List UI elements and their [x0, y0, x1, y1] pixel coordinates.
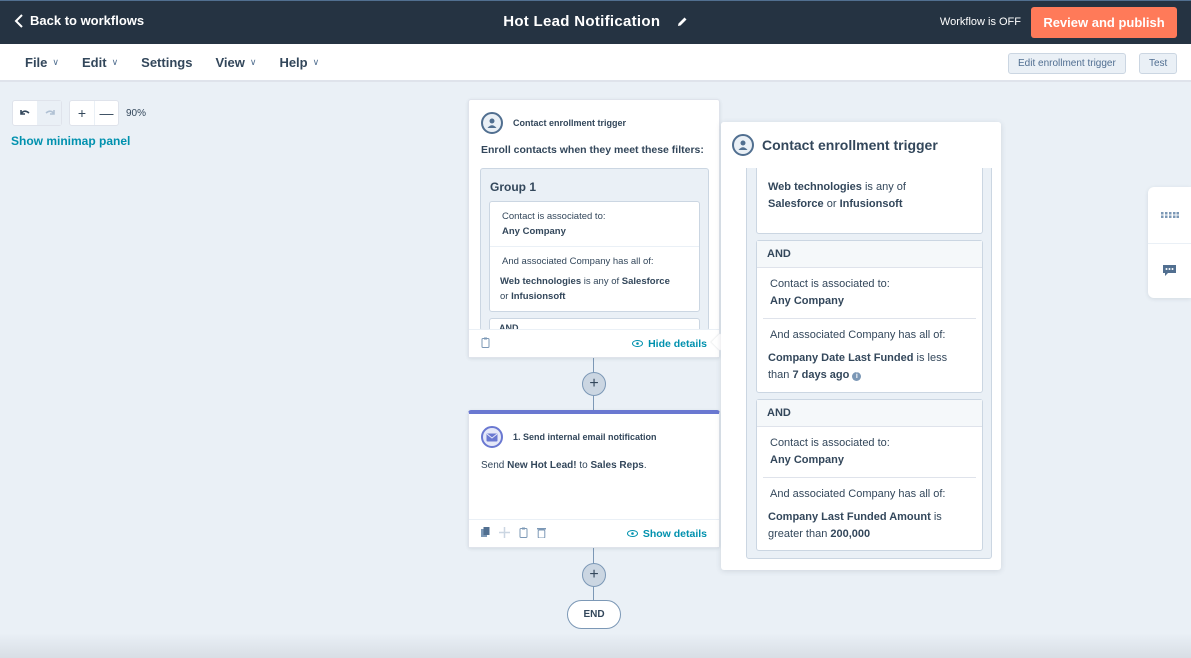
panel-filter-block: AND Contact is associated to: Any Compan…: [756, 399, 983, 551]
keyboard-shortcuts-icon: [1160, 211, 1179, 218]
enroll-text: Enroll contacts when they meet these fil…: [481, 144, 704, 156]
plus-icon: +: [589, 375, 599, 392]
top-bar: Back to workflows Hot Lead Notification …: [0, 0, 1191, 44]
menu-file-label: File: [25, 55, 48, 70]
assoc-text: Contact is associated to:: [770, 437, 890, 449]
chevron-down-icon: ∨: [249, 57, 257, 67]
panel-filter-group[interactable]: And associated Company has all of: Web t…: [746, 147, 992, 559]
enrollment-trigger-card[interactable]: Contact enrollment trigger Enroll contac…: [468, 99, 720, 358]
contact-icon: [481, 112, 503, 134]
action-description: Send New Hot Lead! to Sales Reps.: [481, 460, 647, 471]
minus-icon: —: [99, 105, 114, 121]
workflow-status: Workflow is OFF: [939, 16, 1021, 28]
chat-icon: [1163, 265, 1176, 277]
add-action-button[interactable]: +: [582, 563, 606, 587]
bottom-shadow: [0, 633, 1191, 658]
chevron-down-icon: ∨: [52, 57, 59, 67]
menu-settings-label: Settings: [141, 55, 193, 70]
filter-condition: Company Date Last Funded is less than 7 …: [768, 352, 948, 381]
trigger-details-panel: Contact enrollment trigger And associate…: [721, 122, 1001, 570]
has-all-text: And associated Company has all of:: [502, 256, 654, 267]
menu-help[interactable]: Help ∨: [279, 55, 319, 70]
menu-edit[interactable]: Edit ∨: [82, 55, 118, 70]
menu-view-label: View: [215, 55, 245, 70]
menu-bar: File ∨ Edit ∨ Settings View ∨ Help ∨ Edit en…: [0, 44, 1191, 82]
clipboard-icon[interactable]: [481, 337, 490, 351]
filter-condition: Company Last Funded Amount is greater th…: [768, 511, 942, 540]
menu-file[interactable]: File ∨: [25, 55, 59, 70]
hide-details-link[interactable]: Hide details: [632, 338, 707, 350]
zoom-out-button[interactable]: —: [94, 101, 118, 125]
filter-condition: Web technologies is any of Salesforce or…: [768, 181, 906, 210]
move-icon[interactable]: [499, 526, 510, 541]
filter-condition: Web technologies is any of Salesforce or …: [500, 276, 670, 302]
send-email-action-card[interactable]: 1. Send internal email notification Send…: [468, 410, 720, 548]
chevron-down-icon: ∨: [312, 57, 320, 67]
menu-view[interactable]: View ∨: [215, 55, 256, 70]
menu-edit-label: Edit: [82, 55, 107, 70]
canvas-controls: + — 90%: [12, 100, 146, 126]
workflow-title-text: Hot Lead Notification: [503, 13, 661, 30]
trash-icon[interactable]: [537, 527, 546, 541]
chevron-down-icon: ∨: [111, 57, 119, 67]
group-title: Group 1: [490, 180, 537, 194]
action-label: 1. Send internal email notification: [513, 432, 657, 442]
assoc-text: Contact is associated to:: [502, 211, 606, 222]
and-label: AND: [757, 241, 982, 268]
assoc-value: Any Company: [770, 454, 844, 466]
assoc-text: Contact is associated to:: [770, 278, 890, 290]
panel-title: Contact enrollment trigger: [762, 137, 938, 153]
plus-icon: +: [589, 566, 599, 583]
filter-group: Group 1 Contact is associated to: Any Co…: [480, 168, 709, 331]
has-all-text: And associated Company has all of:: [770, 329, 946, 341]
zoom-level: 90%: [126, 107, 147, 119]
show-minimap-link[interactable]: Show minimap panel: [11, 134, 130, 148]
pencil-icon[interactable]: [677, 14, 688, 31]
info-icon[interactable]: i: [852, 372, 862, 381]
redo-icon: [45, 110, 55, 115]
hide-details-label: Hide details: [648, 337, 707, 350]
edit-enrollment-trigger-button[interactable]: Edit enrollment trigger: [1008, 53, 1126, 74]
assoc-value: Any Company: [502, 226, 566, 237]
filter-block: Contact is associated to: Any Company An…: [489, 201, 700, 312]
end-node: END: [567, 600, 621, 629]
contact-icon: [732, 134, 754, 156]
review-and-publish-button[interactable]: Review and publish: [1031, 7, 1177, 38]
side-tab: [1148, 187, 1191, 298]
assoc-value: Any Company: [770, 295, 844, 307]
eye-icon: [632, 340, 644, 347]
undo-icon: [20, 110, 30, 115]
undo-button[interactable]: [13, 101, 37, 125]
plus-icon: +: [77, 105, 87, 121]
chat-button[interactable]: [1148, 242, 1191, 299]
menu-help-label: Help: [279, 55, 308, 70]
and-label: AND: [757, 400, 982, 427]
keyboard-shortcuts-button[interactable]: [1148, 187, 1191, 243]
show-details-link[interactable]: Show details: [626, 527, 707, 540]
panel-filter-block: AND Contact is associated to: Any Compan…: [756, 240, 983, 393]
eye-icon: [626, 530, 638, 537]
email-icon: [481, 426, 503, 448]
clipboard-icon[interactable]: [519, 527, 528, 541]
test-button[interactable]: Test: [1139, 53, 1178, 74]
redo-button[interactable]: [37, 101, 61, 125]
copy-icon[interactable]: [481, 527, 490, 540]
menu-settings[interactable]: Settings: [141, 55, 192, 70]
trigger-label: Contact enrollment trigger: [513, 118, 627, 128]
add-action-button[interactable]: +: [582, 372, 606, 396]
show-details-label: Show details: [642, 527, 707, 540]
has-all-text: And associated Company has all of:: [770, 488, 946, 500]
zoom-in-button[interactable]: +: [70, 101, 94, 125]
